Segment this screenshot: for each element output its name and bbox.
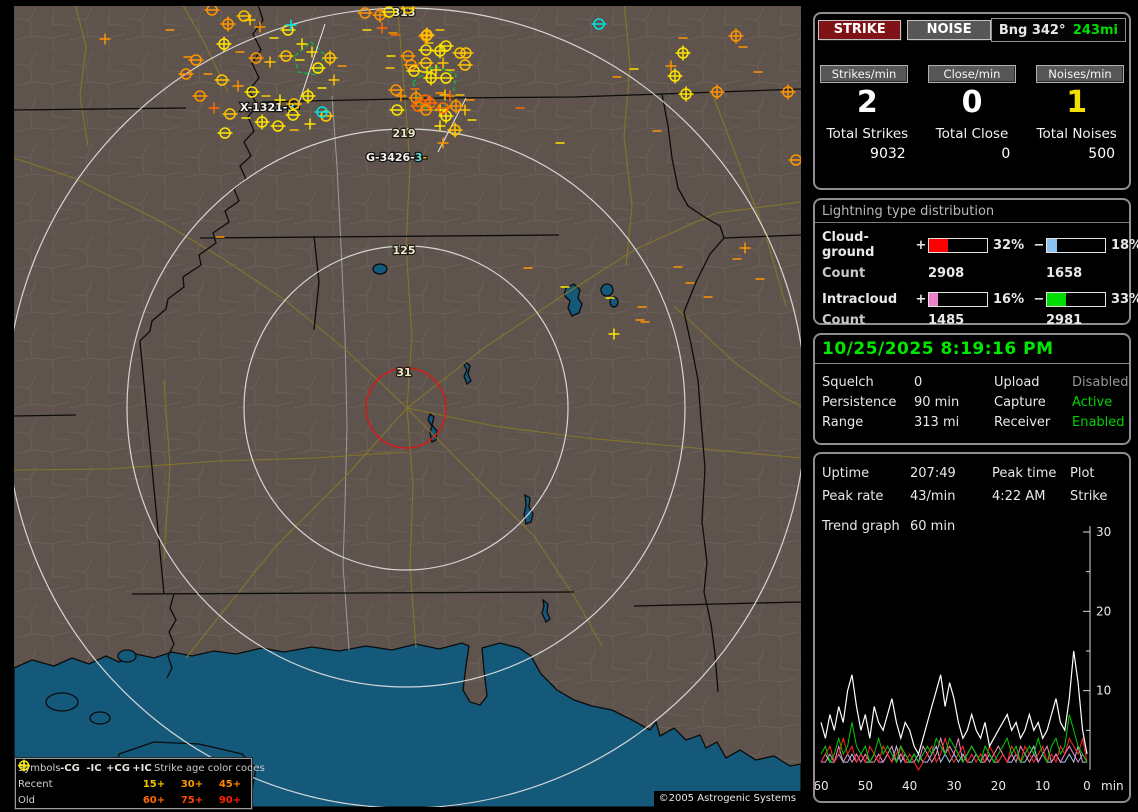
bearing-readout: Bng 342° 243mi xyxy=(990,18,1126,42)
cg-plus-pct: 32% xyxy=(993,237,1025,253)
minus-sign: − xyxy=(1033,237,1045,253)
strikes-per-min-header[interactable]: Strikes/min xyxy=(820,65,908,83)
upload-label: Upload xyxy=(994,374,1040,390)
storm-cell-label: G-3426-3- xyxy=(366,151,427,164)
uptime-value: 207:49 xyxy=(910,466,956,481)
legend-col-cg-minus: -CG xyxy=(60,762,80,774)
datetime-display: 10/25/2025 8:19:16 PM xyxy=(815,335,1129,364)
cloud-ground-label: Cloud-ground xyxy=(822,230,875,260)
trend-x-tick-label: 0 xyxy=(1083,779,1091,793)
ic-plus-pct: 16% xyxy=(993,292,1025,307)
ring-label: 219 xyxy=(393,127,416,140)
ic-minus-count: 2981 xyxy=(1046,313,1083,328)
close-per-min-header[interactable]: Close/min xyxy=(928,65,1016,83)
persistence-value: 90 min xyxy=(914,394,960,410)
plot-mode-value: Strike xyxy=(1070,489,1108,504)
range-value: 313 mi xyxy=(914,414,960,430)
trend-graph: 10 20 30 60 50 40 30 20 10 0 min xyxy=(815,525,1124,793)
ring-label: 31 xyxy=(396,366,411,379)
age-code-30: 30+ xyxy=(180,778,204,790)
trend-x-tick-label: 50 xyxy=(858,779,873,793)
ic-plus-bar xyxy=(928,292,988,307)
trend-x-axis-unit: min xyxy=(1101,779,1124,793)
legend-col-ic-minus: -IC xyxy=(86,762,102,774)
ic-minus-pct: 33% xyxy=(1111,292,1138,307)
legend-col-cg-plus: +CG xyxy=(106,762,130,774)
noises-per-min-header[interactable]: Noises/min xyxy=(1036,65,1124,83)
copyright-text: ©2005 Astrogenic Systems xyxy=(653,791,801,807)
trend-series-+IC xyxy=(821,736,1088,764)
bearing-distance: 243mi xyxy=(1072,22,1118,38)
datetime-status-panel: 10/25/2025 8:19:16 PM Squelch 0 Upload D… xyxy=(813,333,1131,445)
count-label: Count xyxy=(822,266,866,281)
peak-rate-value: 43/min xyxy=(910,489,956,504)
capture-status: Active xyxy=(1072,394,1113,410)
minus-sign: − xyxy=(1033,292,1045,307)
cg-minus-bar xyxy=(1046,237,1106,253)
age-code-45: 45+ xyxy=(218,778,242,790)
persistence-label: Persistence xyxy=(822,394,897,410)
ring-label: 125 xyxy=(393,244,416,257)
trend-x-tick-label: 60 xyxy=(815,779,829,793)
plot-label: Plot xyxy=(1070,466,1095,481)
trend-x-tick-label: 10 xyxy=(1035,779,1050,793)
ic-plus-count: 1485 xyxy=(928,313,965,328)
age-code-60: 60+ xyxy=(142,794,166,806)
cg-plus-bar xyxy=(928,237,988,253)
trend-y-tick-label: 30 xyxy=(1096,525,1111,539)
legend-old-label: Old xyxy=(18,794,35,806)
age-code-15: 15+ xyxy=(142,778,166,790)
total-strikes-label: Total Strikes xyxy=(826,126,909,142)
trend-x-tick-label: 20 xyxy=(991,779,1006,793)
trend-y-tick-label: 10 xyxy=(1096,684,1111,698)
trend-x-tick-label: 30 xyxy=(946,779,961,793)
plus-sign: + xyxy=(915,292,927,307)
intracloud-label: Intracloud xyxy=(822,292,898,307)
lightning-map[interactable]: 313 219 125 31 X-1321-3- G-3426-3- Symbols -… xyxy=(14,6,801,810)
map-canvas: 31321912531 X-1321-3-G-3426-3- xyxy=(14,6,801,807)
legend-col-ic-plus: +IC xyxy=(132,762,152,774)
noises-per-min-value: 1 xyxy=(1066,85,1088,120)
age-code-90: 90+ xyxy=(218,794,242,806)
noise-indicator-button[interactable]: NOISE xyxy=(907,20,991,40)
cg-plus-count: 2908 xyxy=(928,266,965,281)
age-code-75: 75+ xyxy=(180,794,204,806)
upload-status: Disabled xyxy=(1072,374,1129,390)
distribution-title: Lightning type distribution xyxy=(815,200,1129,223)
range-label: Range xyxy=(822,414,864,430)
receiver-status: Enabled xyxy=(1072,414,1125,430)
capture-label: Capture xyxy=(994,394,1046,410)
strikes-per-min-value: 2 xyxy=(856,85,878,120)
counters-panel: STRIKE NOISE Bng 342° 243mi Strikes/min … xyxy=(813,12,1131,190)
lightning-distribution-panel: Lightning type distribution Cloud-ground… xyxy=(813,198,1138,328)
ic-minus-bar xyxy=(1046,292,1106,307)
strike-indicator-button[interactable]: STRIKE xyxy=(818,20,902,40)
legend-age-header: Strike age color codes xyxy=(154,762,265,774)
bearing-value: Bng 342° xyxy=(998,22,1066,38)
cg-minus-count: 1658 xyxy=(1046,266,1083,281)
map-legend: Symbols -CG -IC +CG +IC Strike age color… xyxy=(14,757,265,810)
peak-time-label: Peak time xyxy=(992,466,1057,481)
trend-y-tick-label: 20 xyxy=(1096,604,1111,618)
total-noises-label: Total Noises xyxy=(1036,126,1117,142)
receiver-label: Receiver xyxy=(994,414,1051,430)
total-noises-value: 500 xyxy=(1088,146,1116,162)
close-per-min-value: 0 xyxy=(961,85,983,120)
legend-recent-label: Recent xyxy=(18,778,53,790)
squelch-label: Squelch xyxy=(822,374,874,390)
cg-minus-pct: 18% xyxy=(1111,237,1138,253)
squelch-value: 0 xyxy=(914,374,923,390)
total-close-label: Total Close xyxy=(935,126,1009,142)
plus-sign: + xyxy=(915,237,927,253)
peak-time-value: 4:22 AM xyxy=(992,489,1046,504)
uptime-label: Uptime xyxy=(822,466,870,481)
peak-rate-label: Peak rate xyxy=(822,489,884,504)
trend-series-Total xyxy=(820,650,1088,756)
count-label: Count xyxy=(822,313,866,328)
trend-x-tick-label: 40 xyxy=(902,779,917,793)
total-close-value: 0 xyxy=(1001,146,1011,162)
total-strikes-value: 9032 xyxy=(870,146,906,162)
app-window: 313 219 125 31 X-1321-3- G-3426-3- Symbols -… xyxy=(0,0,1138,812)
stats-trend-panel: Uptime 207:49 Peak time Plot Peak rate 4… xyxy=(813,452,1131,803)
